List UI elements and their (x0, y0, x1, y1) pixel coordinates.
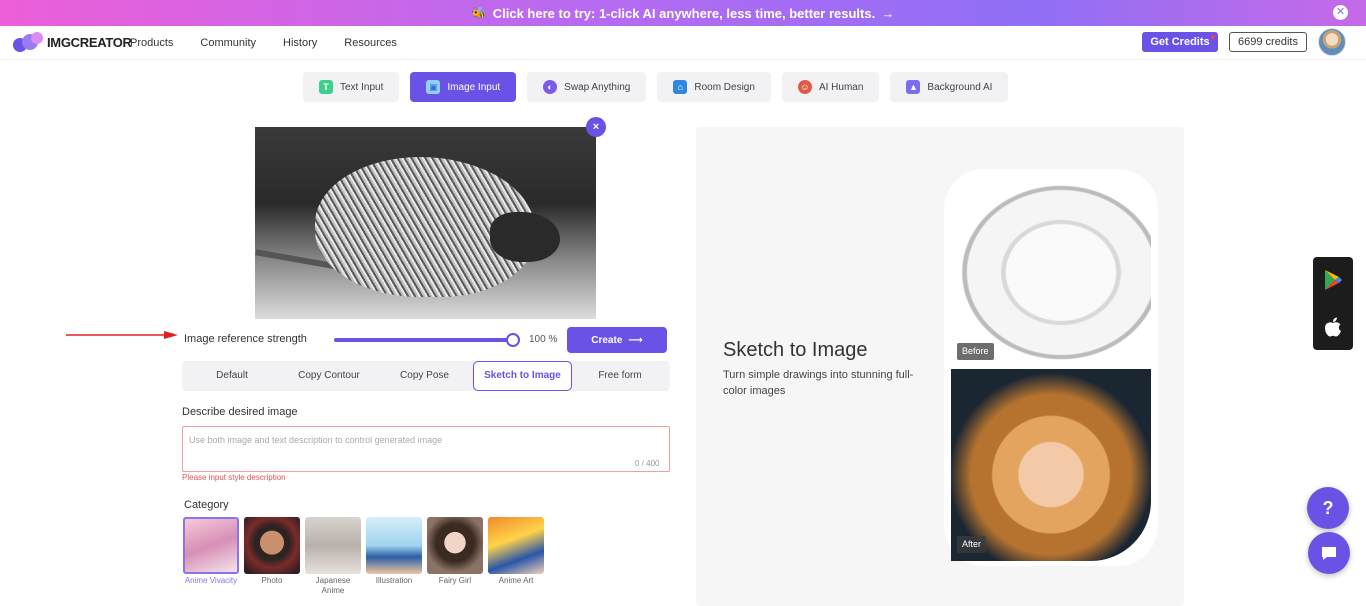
app-store-widget (1313, 257, 1353, 350)
preview-subtitle: Turn simple drawings into stunning full-… (723, 369, 914, 397)
before-example-image (951, 176, 1151, 369)
logo-text: IMGCREATOR (47, 34, 132, 50)
mode-default[interactable]: Default (182, 361, 282, 391)
house-icon: ⌂ (673, 80, 688, 94)
category-anime-art[interactable]: Anime Art (488, 517, 544, 596)
category-caption: Photo (261, 576, 283, 585)
nav-products[interactable]: Products (130, 37, 173, 49)
get-credits-button[interactable]: Get Credits (1142, 32, 1218, 52)
category-caption: Anime Vivacity (184, 576, 238, 585)
category-label: Category (184, 499, 229, 511)
describe-label: Describe desired image (182, 406, 298, 418)
promo-text[interactable]: Click here to try: 1-click AI anywhere, … (493, 6, 875, 21)
uploaded-image (255, 127, 596, 319)
category-anime-vivacity[interactable]: Anime Vivacity (183, 517, 239, 596)
mode-free-form[interactable]: Free form (572, 361, 668, 391)
logo[interactable]: IMGCREATOR (13, 32, 132, 52)
tab-text-input[interactable]: T Text Input (303, 72, 400, 102)
mode-copy-contour[interactable]: Copy Contour (282, 361, 376, 391)
chat-icon (1322, 547, 1336, 560)
category-thumbnail (183, 517, 239, 574)
promo-banner[interactable]: 🐝 Click here to try: 1-click AI anywhere… (0, 0, 1366, 26)
preview-title: Sketch to Image (723, 339, 868, 361)
red-arrow-icon (66, 331, 178, 339)
apple-icon[interactable] (1324, 317, 1342, 337)
tab-label: Room Design (694, 81, 755, 93)
hedgehog-face (490, 212, 560, 262)
google-play-icon[interactable] (1323, 269, 1343, 291)
category-japanese-anime[interactable]: Japanese Anime (305, 517, 361, 596)
tab-image-input[interactable]: ▣ Image Input (410, 72, 517, 102)
category-photo[interactable]: Photo (244, 517, 300, 596)
arrow-right-icon: → (881, 5, 895, 21)
tab-label: Image Input (447, 81, 501, 93)
category-thumbnail (488, 517, 544, 574)
create-label: Create (591, 334, 623, 346)
category-caption: Fairy Girl (438, 576, 472, 585)
arrow-right-icon: ⟶ (628, 334, 643, 346)
category-thumbnail (427, 517, 483, 574)
input-mode-tabs: T Text Input ▣ Image Input ◐ Swap Anythi… (303, 72, 1009, 102)
after-tag: After (957, 536, 987, 553)
category-thumbnail (244, 517, 300, 574)
bee-icon: 🐝 (471, 6, 487, 20)
chat-button[interactable] (1308, 532, 1350, 574)
nav-links: Products Community History Resources (130, 37, 397, 49)
category-list: Anime Vivacity Photo Japanese Anime Illu… (183, 517, 544, 596)
tab-swap-anything[interactable]: ◐ Swap Anything (527, 72, 647, 102)
tab-ai-human[interactable]: ☺ AI Human (781, 72, 880, 102)
character-count: 0 / 400 (635, 459, 660, 468)
image-icon: ▣ (426, 80, 441, 94)
text-icon: T (319, 80, 333, 94)
mountain-icon: ▲ (906, 80, 921, 94)
category-caption: Japanese Anime (315, 576, 351, 595)
strength-value: 100 % (529, 334, 558, 345)
nav-community[interactable]: Community (200, 37, 256, 49)
remove-image-button[interactable]: × (586, 117, 606, 137)
tab-room-design[interactable]: ⌂ Room Design (657, 72, 771, 102)
strength-slider-handle[interactable] (506, 333, 520, 347)
user-avatar[interactable] (1318, 28, 1346, 56)
after-example-image (951, 369, 1151, 561)
tab-label: Swap Anything (564, 81, 631, 93)
category-caption: Anime Art (498, 576, 534, 585)
category-caption: Illustration (375, 576, 413, 585)
help-button[interactable]: ? (1307, 487, 1349, 529)
tab-background-ai[interactable]: ▲ Background AI (890, 72, 1009, 102)
notification-dot (1211, 35, 1215, 39)
error-message: Please input style description (182, 473, 286, 482)
category-illustration[interactable]: Illustration (366, 517, 422, 596)
reference-mode-selector: Default Copy Contour Copy Pose Sketch to… (182, 361, 670, 391)
get-credits-label: Get Credits (1150, 36, 1210, 48)
strength-label: Image reference strength (184, 333, 307, 345)
swap-icon: ◐ (543, 80, 558, 94)
tab-label: AI Human (818, 81, 864, 93)
tab-label: Text Input (340, 81, 384, 93)
human-icon: ☺ (797, 80, 812, 94)
logo-icon (13, 32, 43, 52)
before-tag: Before (957, 343, 994, 360)
tab-label: Background AI (927, 81, 993, 93)
close-banner-button[interactable]: ✕ (1333, 5, 1348, 20)
category-fairy-girl[interactable]: Fairy Girl (427, 517, 483, 596)
nav-resources[interactable]: Resources (344, 37, 397, 49)
mode-sketch-to-image[interactable]: Sketch to Image (473, 361, 572, 391)
credits-balance[interactable]: 6699 credits (1229, 32, 1307, 52)
strength-slider[interactable] (334, 338, 514, 342)
category-thumbnail (305, 517, 361, 574)
create-button[interactable]: Create ⟶ (567, 327, 667, 353)
nav-history[interactable]: History (283, 37, 317, 49)
category-thumbnail (366, 517, 422, 574)
top-nav: IMGCREATOR Products Community History Re… (0, 26, 1366, 60)
describe-input[interactable] (182, 426, 670, 472)
mode-copy-pose[interactable]: Copy Pose (376, 361, 473, 391)
